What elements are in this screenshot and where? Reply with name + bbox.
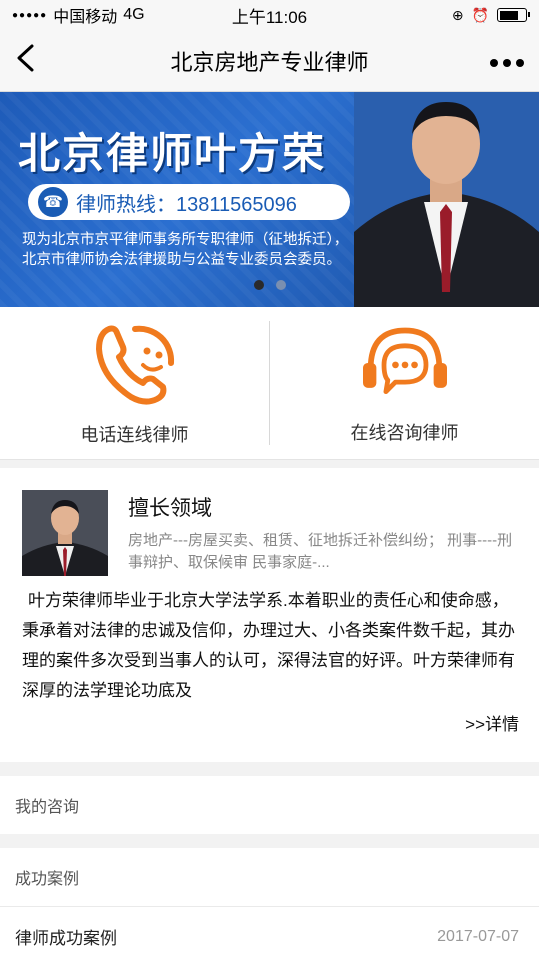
details-link[interactable]: >>详情	[22, 710, 519, 735]
carousel-dot[interactable]	[276, 280, 286, 290]
hotline-text: 律师热线：13811565096	[76, 193, 297, 216]
action-row: 电话连线律师 在线咨询律师	[0, 307, 539, 460]
carrier-label: 中国移动	[53, 9, 118, 26]
status-bar: ●●●●● 中国移动 4G 上午11:06 ⊕ ⏰	[0, 0, 539, 30]
call-lawyer-button[interactable]: 电话连线律师	[0, 307, 269, 459]
online-consult-label: 在线咨询律师	[350, 423, 459, 443]
nav-bar: 北京房地产专业律师	[0, 30, 539, 92]
case-date: 2017-07-07	[437, 927, 519, 945]
list-item[interactable]: 律师成功案例 2017-07-07	[0, 906, 539, 960]
banner-title: 北京律师叶方荣	[18, 130, 327, 177]
telephone-icon: ☎	[38, 187, 68, 217]
expertise-title: 擅长领域	[128, 497, 212, 520]
expertise-text: 房地产---房屋买卖、租赁、征地拆迁补偿纠纷； 刑事----刑事辩护、取保候审 …	[128, 532, 513, 571]
lawyer-photo	[354, 92, 539, 307]
call-lawyer-label: 电话连线律师	[80, 425, 189, 445]
profile-header: 擅长领域 房地产---房屋买卖、租赁、征地拆迁补偿纠纷； 刑事----刑事辩护、…	[22, 490, 519, 576]
rotation-lock-icon: ⊕	[451, 6, 464, 23]
headset-chat-icon	[362, 327, 447, 395]
case-title: 律师成功案例	[15, 929, 117, 948]
avatar[interactable]	[22, 490, 108, 576]
battery-icon	[497, 8, 530, 22]
network-label: 4G	[123, 6, 145, 23]
hotline-badge[interactable]: ☎ 律师热线：13811565096	[28, 184, 350, 220]
signal-strength-icon: ●●●●●	[12, 9, 48, 21]
status-right: ⊕ ⏰	[451, 6, 530, 24]
page-title: 北京房地产专业律师	[170, 49, 369, 75]
carousel-dot-active[interactable]	[254, 280, 264, 290]
online-consult-button[interactable]: 在线咨询律师	[269, 321, 539, 445]
expertise-block: 擅长领域 房地产---房屋买卖、租赁、征地拆迁补偿纠纷； 刑事----刑事辩护、…	[128, 490, 519, 576]
success-cases-section: 成功案例	[0, 848, 539, 906]
phone-smile-icon	[95, 325, 174, 405]
banner-carousel[interactable]: 北京律师叶方荣 ☎ 律师热线：13811565096 现为北京市京平律师事务所专…	[0, 92, 539, 307]
alarm-icon: ⏰	[471, 6, 489, 23]
back-icon[interactable]	[14, 43, 54, 79]
lawyer-bio: 叶方荣律师毕业于北京大学法学系.本着职业的责任心和使命感，秉承着对法律的忠诚及信…	[22, 591, 515, 700]
status-left: ●●●●● 中国移动 4G	[12, 3, 145, 27]
my-consultations-section[interactable]: 我的咨询	[0, 776, 539, 834]
more-menu-icon[interactable]	[485, 47, 525, 75]
lawyer-profile: 擅长领域 房地产---房屋买卖、租赁、征地拆迁补偿纠纷； 刑事----刑事辩护、…	[0, 468, 539, 762]
banner-description: 现为北京市京平律师事务所专职律师（征地拆迁），北京市律师协会法律援助与公益专业委…	[22, 232, 349, 268]
